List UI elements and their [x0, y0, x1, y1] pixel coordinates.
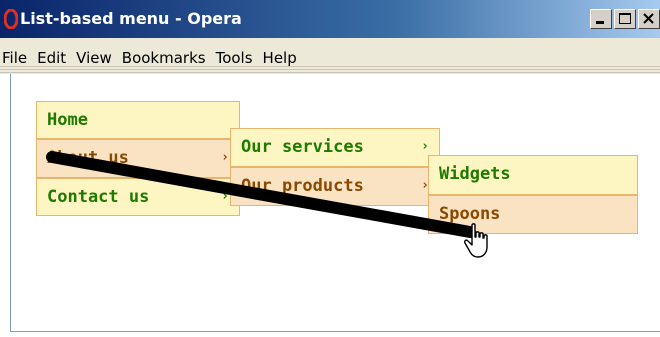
- mouse-path-line: [46, 151, 476, 238]
- hand-cursor-icon: [464, 223, 488, 258]
